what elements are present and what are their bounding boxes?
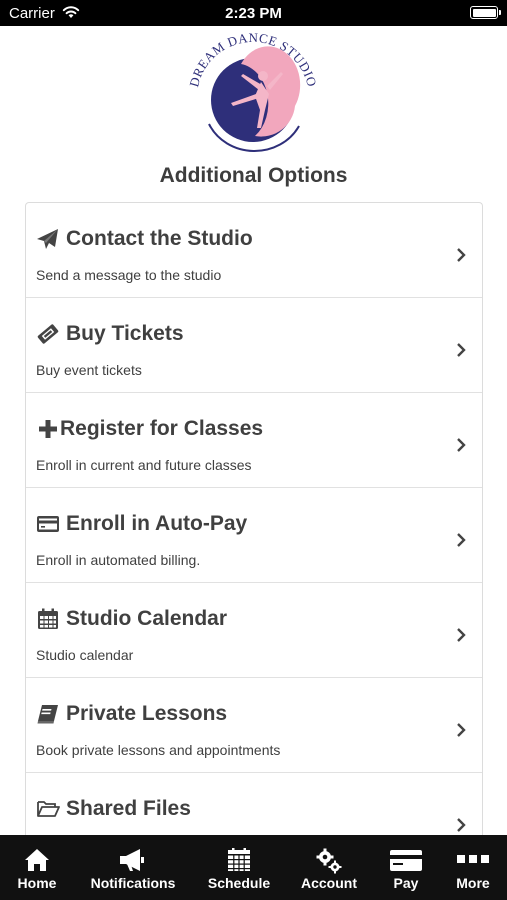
option-title: Contact the Studio (66, 227, 253, 250)
tab-label: Notifications (90, 875, 176, 891)
option-subtitle: Enroll in current and future classes (36, 457, 252, 473)
option-title: Enroll in Auto-Pay (66, 512, 248, 535)
book-icon (37, 705, 58, 724)
paper-plane-icon (37, 229, 58, 249)
chevron-right-icon (457, 343, 466, 357)
gears-icon (316, 848, 342, 874)
chevron-right-icon (457, 533, 466, 547)
more-dots-icon (457, 855, 489, 863)
option-auto-pay[interactable]: Enroll in Auto-Pay Enroll in automated b… (26, 488, 482, 583)
ticket-icon (37, 324, 59, 344)
battery-icon (470, 6, 501, 19)
option-subtitle: Book private lessons and appointments (36, 742, 281, 758)
chevron-right-icon (457, 248, 466, 262)
tab-notifications[interactable]: Notifications (82, 835, 184, 900)
chevron-right-icon (457, 438, 466, 452)
option-subtitle: Send a message to the studio (36, 267, 222, 283)
tab-pay[interactable]: Pay (378, 835, 434, 900)
tab-label: Schedule (207, 875, 271, 891)
option-subtitle: Buy event tickets (36, 362, 142, 378)
option-private-lessons[interactable]: Private Lessons Book private lessons and… (26, 678, 482, 773)
megaphone-icon (120, 849, 144, 871)
tab-label: Pay (393, 875, 419, 891)
option-contact-studio[interactable]: Contact the Studio Send a message to the… (26, 203, 482, 298)
option-subtitle: Studio calendar (36, 647, 134, 663)
credit-card-icon (390, 850, 422, 871)
option-subtitle: Enroll in automated billing. (36, 552, 201, 568)
option-title: Buy Tickets (66, 322, 184, 345)
option-register-classes[interactable]: Register for Classes Enroll in current a… (26, 393, 482, 488)
option-studio-calendar[interactable]: Studio Calendar Studio calendar (26, 583, 482, 678)
plus-icon (39, 420, 57, 438)
tab-label: Home (17, 875, 57, 891)
tab-home[interactable]: Home (0, 835, 74, 900)
status-time: 2:23 PM (225, 5, 282, 22)
chevron-right-icon (457, 818, 466, 832)
status-bar: Carrier 2:23 PM (0, 0, 507, 26)
options-list: Contact the Studio Send a message to the… (25, 202, 483, 842)
option-buy-tickets[interactable]: Buy Tickets Buy event tickets (26, 298, 482, 393)
studio-logo: DREAM DANCE STUDIO (186, 30, 319, 152)
credit-card-icon (37, 516, 59, 532)
option-title: Shared Files (66, 797, 191, 820)
tab-account[interactable]: Account (290, 835, 368, 900)
option-title: Register for Classes (60, 417, 264, 440)
home-icon (25, 849, 49, 871)
chevron-right-icon (457, 628, 466, 642)
option-title: Studio Calendar (66, 607, 228, 630)
calendar-grid-icon (228, 848, 250, 871)
option-shared-files[interactable]: Shared Files (26, 773, 482, 842)
tab-label: Account (301, 875, 357, 891)
tab-schedule[interactable]: Schedule (196, 835, 282, 900)
chevron-right-icon (457, 723, 466, 737)
page-title: Additional Options (159, 164, 348, 187)
tab-more[interactable]: More (444, 835, 502, 900)
folder-open-icon (37, 801, 60, 817)
calendar-icon (38, 608, 58, 629)
tab-label: More (456, 875, 490, 891)
option-title: Private Lessons (66, 702, 228, 725)
tab-bar: Home Notifications Schedule Account Pay … (0, 835, 507, 900)
